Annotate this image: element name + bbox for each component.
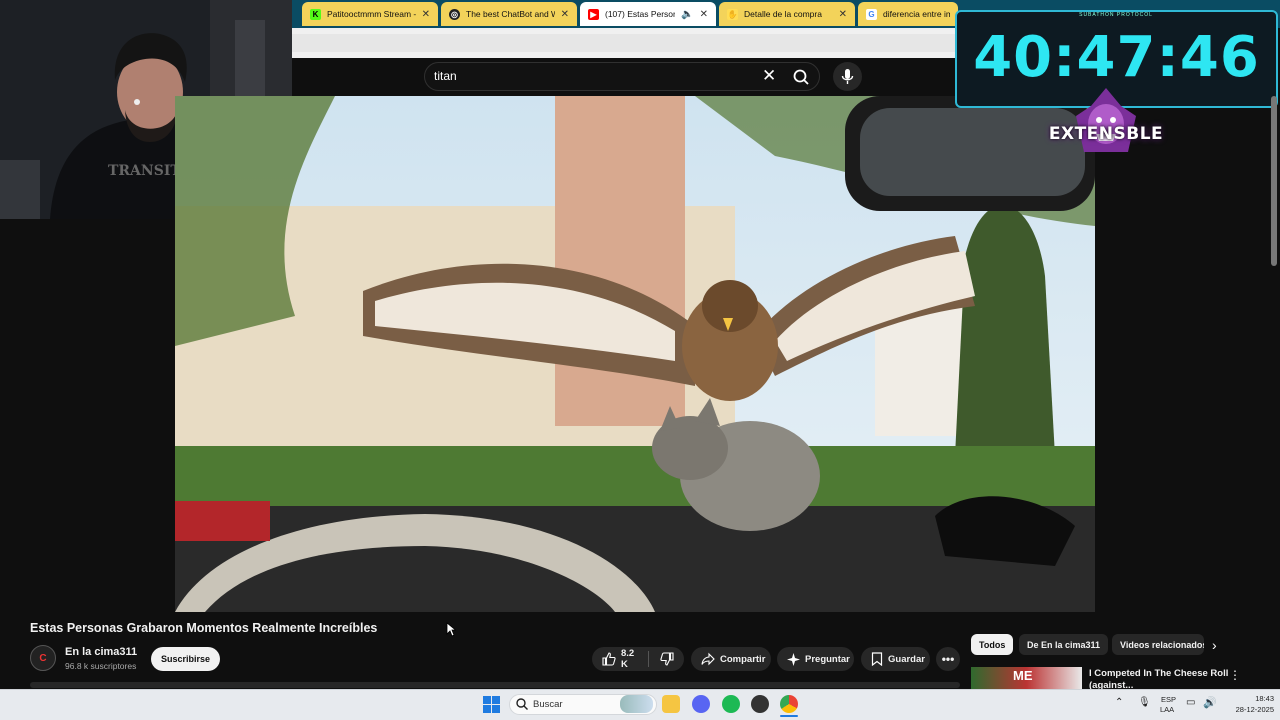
save-button[interactable]: Guardar [861,647,930,671]
subathon-timer: 40:47:46 [973,25,1260,90]
description-box-edge [30,682,960,688]
clear-search-icon[interactable]: ✕ [762,66,776,86]
more-vertical-icon[interactable]: ⋮ [1229,668,1241,682]
close-tab-icon[interactable]: ✕ [839,9,847,20]
discord-icon[interactable] [692,695,710,713]
youtube-icon: ▶ [588,8,599,20]
chip-from-channel[interactable]: De En la cima311 [1019,634,1109,655]
tab-google-search[interactable]: G diferencia entre imple [858,2,958,26]
tab-purchase-detail[interactable]: ✋ Detalle de la compra ✕ [719,2,855,26]
chrome-icon[interactable] [780,695,798,713]
like-count[interactable]: 8.2 K [621,648,637,670]
clock-time[interactable]: 18:43 [1244,694,1274,703]
kick-icon: K [310,8,321,20]
bookmark-icon [871,652,883,666]
bot-icon: ◎ [449,8,460,20]
clock-date[interactable]: 28-12-2025 [1227,705,1274,714]
voice-search-button[interactable] [833,62,862,91]
chip-related[interactable]: Videos relacionados [1112,634,1204,655]
subscriber-count: 96.8 k suscriptores [65,661,137,671]
obs-icon[interactable] [751,695,769,713]
channel-avatar[interactable]: C [30,645,56,671]
brand-logo-text: EXTENSBLE [1048,124,1164,144]
close-tab-icon[interactable]: ✕ [422,9,430,20]
keyboard-language[interactable]: ESP [1161,695,1176,704]
handshake-icon: ✋ [727,8,738,20]
thumbs-down-icon[interactable] [660,652,674,666]
thumbnail-text: ME [1013,668,1033,683]
spotify-icon[interactable] [722,695,740,713]
tab-youtube[interactable]: ▶ (107) Estas Personas C 🔈 ✕ [580,2,716,26]
windows-start-icon[interactable] [483,696,500,713]
mouse-cursor-icon [446,622,456,637]
thumbs-up-icon[interactable] [602,652,616,666]
recommended-video-title[interactable]: I Competed In The Cheese Roll (against..… [1089,668,1229,690]
file-explorer-icon[interactable] [662,695,680,713]
video-player[interactable] [175,96,1095,612]
network-icon[interactable]: ▭ [1186,697,1195,708]
microphone-icon [841,69,854,84]
channel-name[interactable]: En la cima311 [65,646,137,658]
subscribe-button[interactable]: Suscribirse [151,647,220,671]
close-tab-icon[interactable]: ✕ [700,9,708,20]
close-tab-icon[interactable]: ✕ [561,9,569,20]
chevron-up-icon[interactable]: ⌃ [1115,697,1123,708]
search-query-text: titan [434,69,457,83]
tab-chatbot[interactable]: ◎ The best ChatBot and Wi ✕ [441,2,577,26]
video-frame-hawk-kitten [175,96,1095,612]
search-highlight-image [620,695,653,713]
mascot-logo-icon [1076,88,1136,152]
page-scrollbar[interactable] [1271,96,1277,266]
tab-kick-stream[interactable]: K Patitooctmmm Stream - V ✕ [302,2,438,26]
active-app-indicator [780,715,798,717]
more-horizontal-icon: ••• [941,652,955,666]
speaker-icon[interactable]: 🔈 [681,9,693,20]
search-icon [793,69,809,85]
timer-caption: SUBATHON PROTOCOL [1079,12,1153,18]
search-button[interactable] [786,65,818,89]
microphone-icon[interactable]: 🎙 [1138,697,1151,708]
google-icon: G [866,8,877,20]
search-input[interactable] [424,62,820,91]
video-title: Estas Personas Grabaron Momentos Realmen… [30,621,378,635]
chip-all[interactable]: Todos [971,634,1014,655]
ask-button[interactable]: Preguntar [777,647,854,671]
taskbar-search-placeholder: Buscar [533,699,563,710]
more-actions-button[interactable]: ••• [936,647,960,671]
share-icon [701,652,715,666]
share-button[interactable]: Compartir [691,647,771,671]
sparkle-icon [787,652,800,666]
like-dislike-group: 8.2 K [592,647,684,671]
search-icon [516,698,528,710]
volume-icon[interactable]: 🔊 [1203,696,1217,709]
svg-text:TRANSIT: TRANSIT [108,163,181,179]
chevron-right-icon[interactable]: › [1212,637,1217,653]
keyboard-layout[interactable]: LAA [1160,705,1174,714]
address-bar[interactable] [292,28,955,58]
